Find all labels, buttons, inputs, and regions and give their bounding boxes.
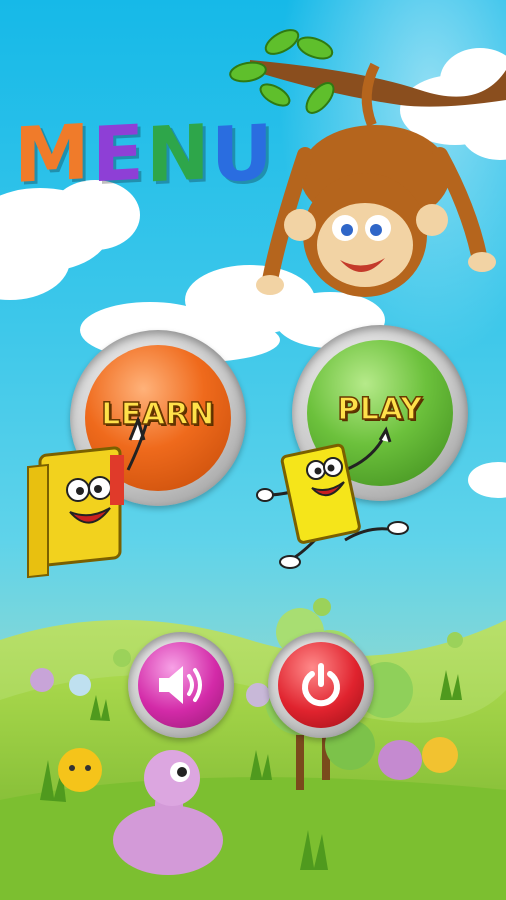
play-button-label: PLAY <box>337 391 423 428</box>
play-button-face: PLAY <box>307 340 453 486</box>
power-button-face <box>278 642 364 728</box>
title-letter: E <box>91 107 144 200</box>
sound-button-face <box>138 642 224 728</box>
menu-screen: M E N U LEARN PLAY <box>0 0 506 900</box>
power-button[interactable] <box>268 632 374 738</box>
learn-button-label: LEARN <box>100 396 215 433</box>
learn-button[interactable]: LEARN <box>70 330 246 506</box>
title-letter: U <box>211 107 273 200</box>
learn-button-face: LEARN <box>85 345 231 491</box>
menu-title: M E N U <box>14 107 273 200</box>
speaker-icon <box>159 666 202 704</box>
title-letter: N <box>145 107 210 200</box>
power-icon <box>302 663 340 707</box>
title-letter: M <box>14 107 90 200</box>
play-button[interactable]: PLAY <box>292 325 468 501</box>
sound-button[interactable] <box>128 632 234 738</box>
